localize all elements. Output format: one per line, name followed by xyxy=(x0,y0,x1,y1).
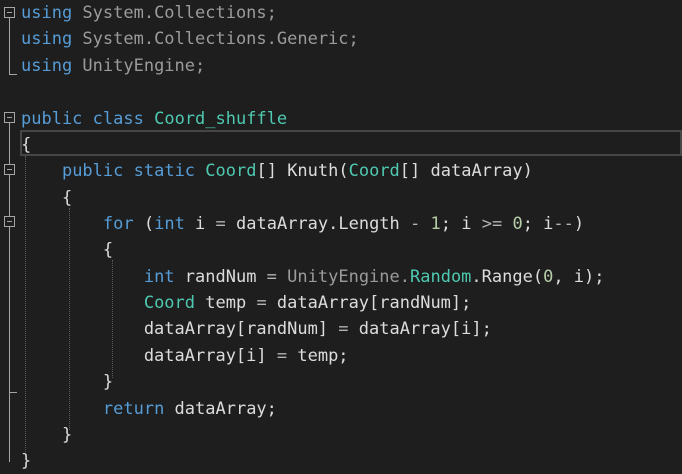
code-token: [] dataArray) xyxy=(399,161,533,181)
code-token: >= xyxy=(481,214,503,234)
code-token: dataArray[i]; xyxy=(348,319,492,339)
code-line[interactable]: using System.Collections; xyxy=(21,0,277,26)
fold-collapse-icon[interactable] xyxy=(4,216,15,227)
code-token: temp xyxy=(195,293,257,313)
code-token: System.Collections.Generic; xyxy=(72,29,359,49)
code-token: dataArray[randNum] xyxy=(21,319,339,339)
code-token: = xyxy=(256,293,267,313)
code-token: { xyxy=(21,240,114,260)
code-token: Random xyxy=(410,267,472,287)
code-line[interactable]: { xyxy=(21,237,113,263)
outline-line xyxy=(9,74,17,75)
outline-line xyxy=(9,175,10,216)
code-line[interactable]: using System.Collections.Generic; xyxy=(21,26,359,52)
outline-line xyxy=(9,392,17,393)
code-token: UnityEngine; xyxy=(72,56,206,76)
code-token: Coord xyxy=(205,161,257,181)
code-line[interactable]: { xyxy=(21,185,72,211)
code-token: - xyxy=(410,214,421,234)
code-token: ; i xyxy=(522,214,554,234)
outline-line xyxy=(9,18,10,74)
code-token: = xyxy=(215,214,226,234)
code-token: dataArray.Length xyxy=(225,214,411,234)
code-token: randNum xyxy=(174,267,267,287)
code-line[interactable]: dataArray[randNum] = dataArray[i]; xyxy=(21,316,492,342)
code-editor[interactable]: using System.Collections; using System.Co… xyxy=(0,0,682,471)
code-line[interactable]: { xyxy=(21,132,31,158)
code-token: = xyxy=(338,319,349,339)
code-token: for xyxy=(102,214,134,234)
code-token: public xyxy=(21,109,83,129)
fold-collapse-icon[interactable] xyxy=(4,7,15,18)
code-token: using xyxy=(21,3,73,23)
outline-line xyxy=(9,123,10,164)
code-token: ( xyxy=(133,214,155,234)
code-line[interactable]: int randNum = UnityEngine.Random.Range(0… xyxy=(21,264,605,290)
code-token: System.Collections; xyxy=(72,3,277,23)
code-token: UnityEngine. xyxy=(287,267,410,287)
code-line[interactable]: } xyxy=(21,448,31,474)
code-token: temp; xyxy=(287,346,349,366)
code-token: dataArray[randNum]; xyxy=(266,293,472,313)
code-line[interactable]: } xyxy=(21,422,72,448)
code-line[interactable]: return dataArray; xyxy=(21,396,277,422)
code-token: , i); xyxy=(553,267,605,287)
outline-line xyxy=(9,227,10,462)
code-token: public xyxy=(61,161,124,181)
code-token: ) xyxy=(573,214,585,234)
code-token: using xyxy=(21,56,73,76)
code-line[interactable]: using UnityEngine; xyxy=(21,53,205,79)
fold-collapse-icon[interactable] xyxy=(4,112,15,123)
code-token: int xyxy=(154,214,185,234)
code-line[interactable]: Coord temp = dataArray[randNum]; xyxy=(21,290,472,316)
code-token: } xyxy=(21,372,114,392)
code-token: int xyxy=(143,267,175,287)
code-token: { xyxy=(21,135,32,155)
code-token: 1 xyxy=(430,214,441,234)
code-token: i xyxy=(184,214,216,234)
code-token: 0 xyxy=(543,267,554,287)
code-token: = xyxy=(266,267,277,287)
code-token: static xyxy=(133,161,196,181)
code-token: [] Knuth( xyxy=(256,161,349,181)
code-line[interactable]: } xyxy=(21,369,113,395)
code-token: Coord xyxy=(143,293,196,313)
current-line-highlight xyxy=(20,130,682,156)
code-token: return xyxy=(102,399,165,419)
code-line[interactable]: public class Coord_shuffle xyxy=(21,106,287,132)
code-token: Coord_shuffle xyxy=(154,109,288,129)
code-token: dataArray[i] xyxy=(21,346,277,366)
code-token: 0 xyxy=(512,214,523,234)
code-token: .Range( xyxy=(471,267,544,287)
code-token: using xyxy=(21,29,73,49)
code-token: dataArray; xyxy=(164,399,277,419)
code-line[interactable]: public static Coord[] Knuth(Coord[] data… xyxy=(21,158,533,184)
code-token: ; i xyxy=(440,214,482,234)
code-token: -- xyxy=(553,214,574,234)
fold-collapse-icon[interactable] xyxy=(4,164,15,175)
code-token: class xyxy=(92,109,144,129)
code-token: = xyxy=(276,346,288,366)
code-token: Coord xyxy=(348,161,400,181)
code-token: } xyxy=(21,451,32,471)
code-line[interactable]: dataArray[i] = temp; xyxy=(21,343,349,369)
code-line[interactable]: for (int i = dataArray.Length - 1; i >= … xyxy=(21,211,584,237)
code-token: { xyxy=(21,188,73,208)
code-token: } xyxy=(21,425,73,445)
outline-gutter xyxy=(0,0,20,462)
